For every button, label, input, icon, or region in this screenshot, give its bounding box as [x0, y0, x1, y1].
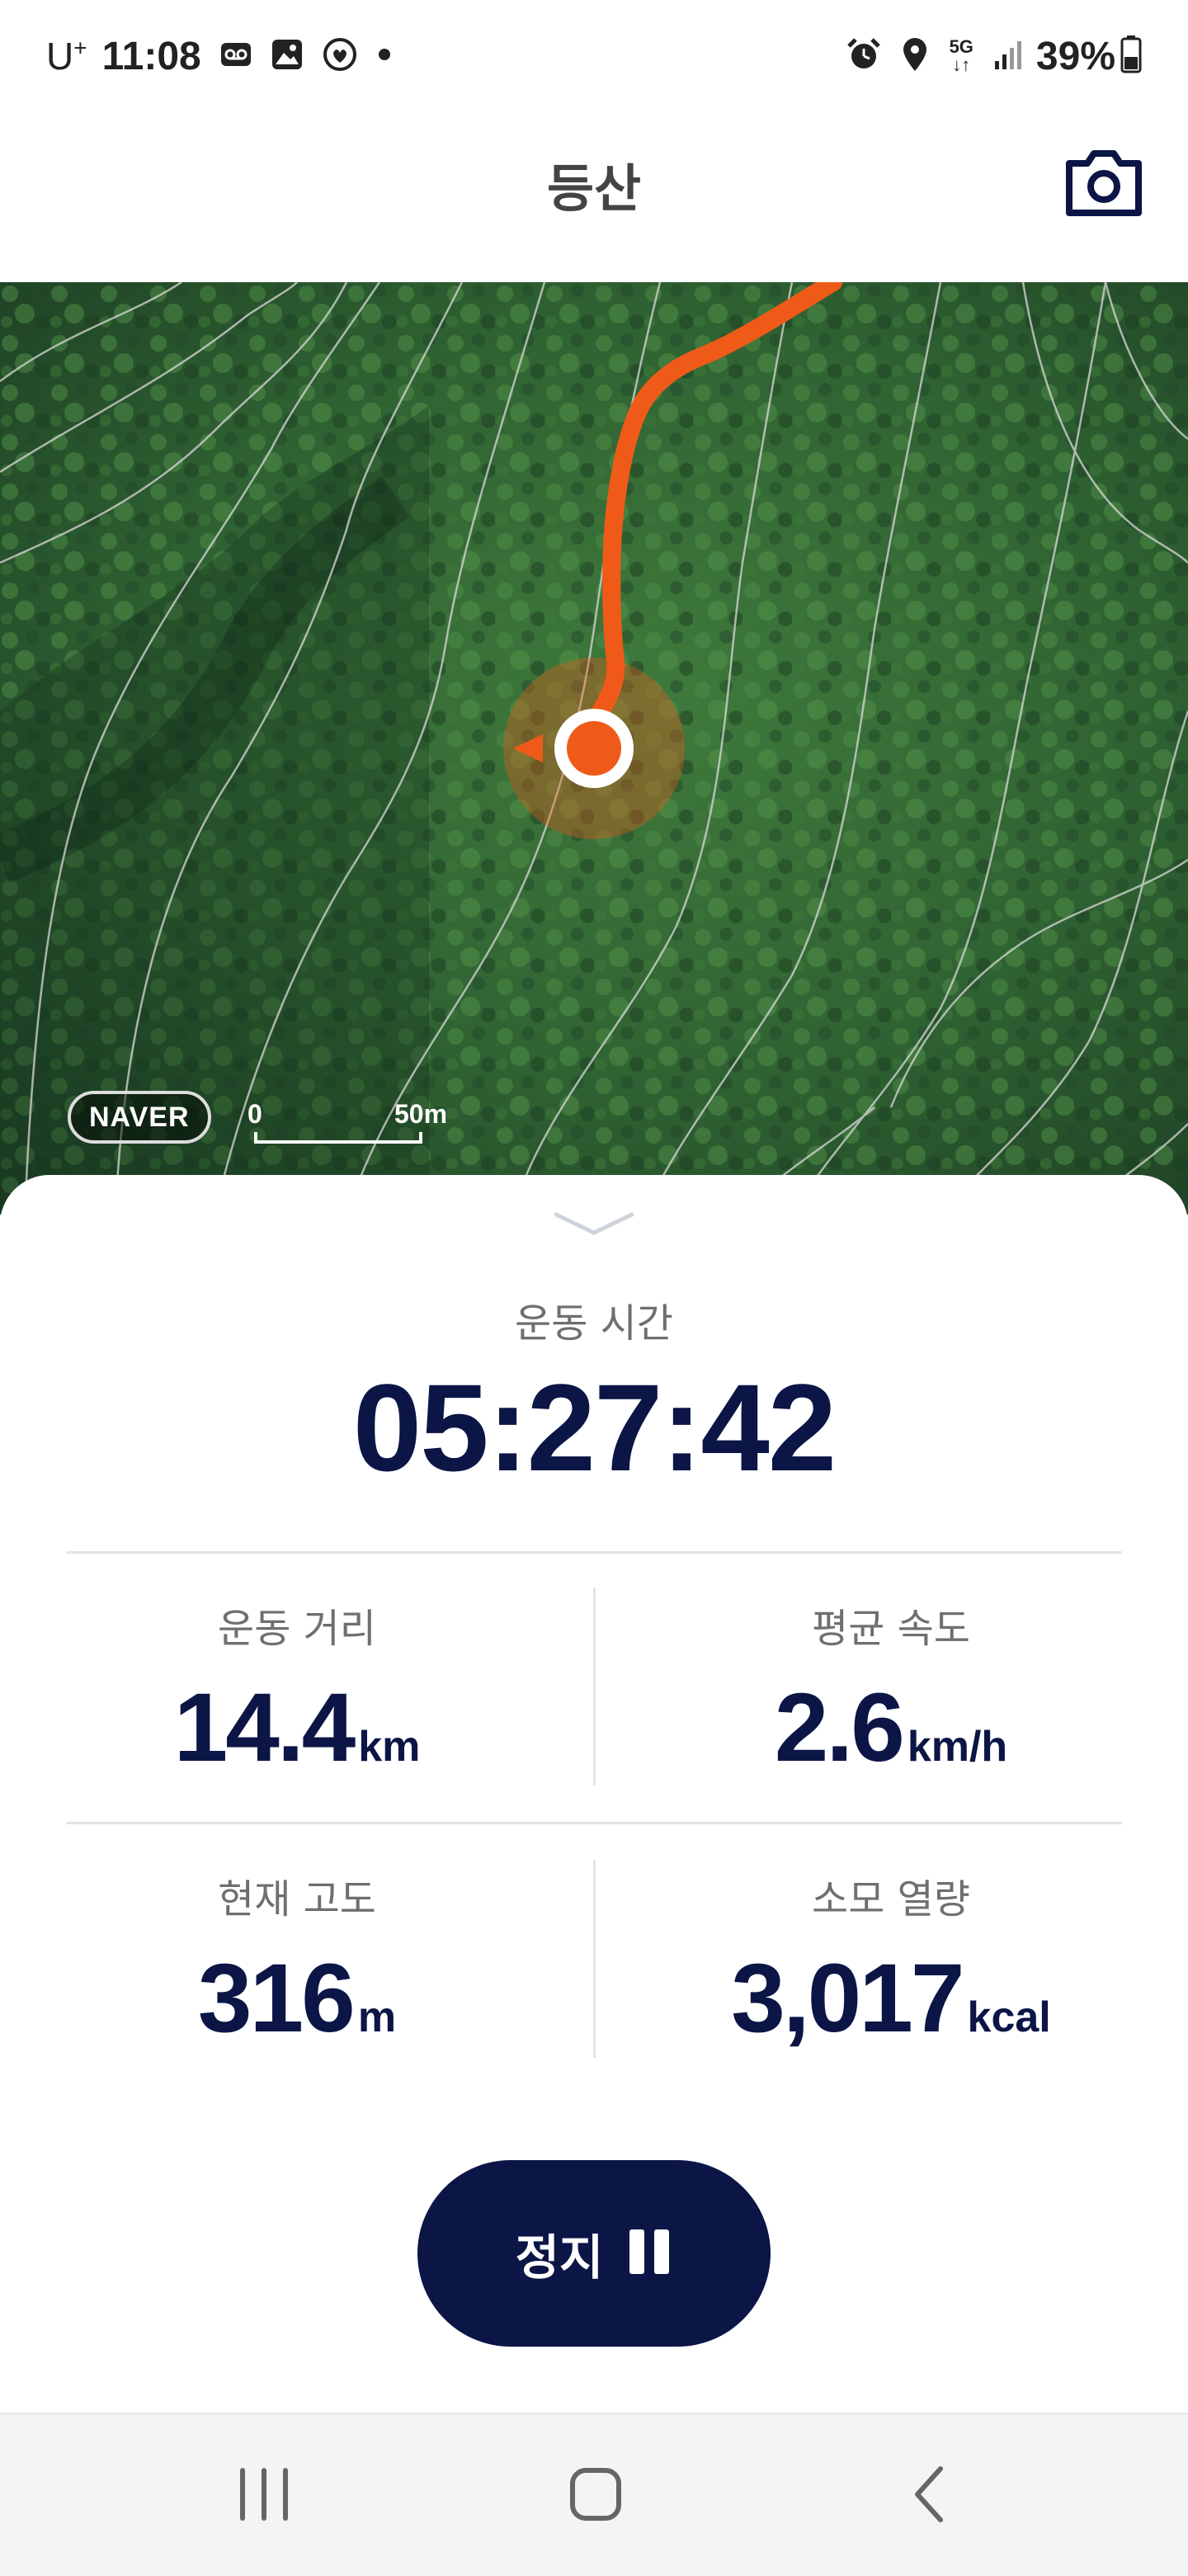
app-header: 등산 [0, 111, 1188, 282]
gallery-icon [271, 38, 304, 74]
stat-value: 3,017 [731, 1944, 964, 2053]
stat-value: 316 [197, 1944, 356, 2053]
workout-time-value: 05:27:42 [352, 1358, 837, 1497]
status-right: 5G ↓↑ 39% [827, 25, 1142, 87]
stat-label: 평균 속도 [812, 1606, 970, 1652]
stat-distance: 운동 거리 14.4 km [33, 1596, 561, 1784]
stat-label: 운동 거리 [218, 1606, 376, 1652]
satellite-map [0, 282, 1188, 1215]
status-bar: U+ 11:08 5G ↓↑ 39% [0, 0, 1188, 111]
battery-icon [1120, 35, 1142, 77]
sheet-collapse-handle[interactable] [553, 1208, 635, 1241]
workout-time-label: 운동 시간 [515, 1300, 673, 1347]
recent-apps-icon [240, 2468, 288, 2521]
divider [66, 1551, 1122, 1554]
signal-strength-icon [992, 38, 1025, 74]
scale-end-label: 50m [394, 1099, 448, 1129]
vertical-divider [593, 1588, 596, 1786]
battery-percent: 39% [1035, 34, 1115, 78]
recent-apps-button[interactable] [223, 2459, 305, 2533]
stat-value-row: 316 m [33, 1942, 561, 2055]
divider [66, 1822, 1122, 1824]
map-scale-bar [254, 1132, 422, 1144]
chevron-down-icon [554, 1212, 634, 1235]
stat-unit: m [357, 1993, 397, 2041]
stat-unit: km [358, 1723, 421, 1771]
back-icon [915, 2466, 943, 2522]
vertical-divider [593, 1860, 596, 2058]
stat-label: 현재 고도 [218, 1876, 376, 1923]
system-nav-bar [0, 2413, 1188, 2576]
page-title: 등산 [546, 158, 642, 219]
stat-value-row: 14.4 km [33, 1672, 561, 1784]
stop-button[interactable]: 정지 [417, 2160, 771, 2347]
stat-value: 14.4 [173, 1673, 356, 1782]
stat-current-altitude: 현재 고도 316 m [33, 1866, 561, 2055]
camera-button[interactable] [1063, 145, 1145, 219]
pause-icon [626, 2228, 672, 2279]
home-button[interactable] [553, 2459, 635, 2533]
stat-unit: km/h [907, 1723, 1008, 1771]
voicemail-icon [219, 40, 252, 73]
stat-value-row: 3,017 kcal [627, 1942, 1155, 2055]
stat-calories: 소모 열량 3,017 kcal [627, 1866, 1155, 2055]
health-icon [322, 36, 358, 76]
stat-average-speed: 평균 속도 2.6 km/h [627, 1596, 1155, 1784]
map-view[interactable]: NAVER 0 50m [0, 282, 1188, 1215]
stat-value: 2.6 [774, 1673, 905, 1782]
stop-button-label: 정지 [515, 2229, 604, 2286]
notification-dot-icon [376, 46, 393, 66]
home-icon [570, 2468, 621, 2521]
scale-start-label: 0 [248, 1099, 262, 1129]
carrier-name: U+ [46, 35, 87, 78]
status-time: 11:08 [101, 34, 201, 78]
back-button[interactable] [888, 2459, 970, 2533]
status-left: U+ 11:08 [46, 25, 393, 87]
camera-icon [1066, 150, 1142, 216]
location-icon [900, 36, 930, 76]
workout-sheet: 운동 시간 05:27:42 운동 거리 14.4 km 평균 속도 2.6 km/… [0, 1175, 1188, 2413]
stat-label: 소모 열량 [812, 1876, 970, 1923]
stat-value-row: 2.6 km/h [627, 1672, 1155, 1784]
alarm-icon [846, 36, 882, 76]
stat-unit: kcal [967, 1993, 1051, 2041]
network-type: 5G ↓↑ [949, 36, 974, 75]
naver-logo: NAVER [68, 1091, 211, 1144]
